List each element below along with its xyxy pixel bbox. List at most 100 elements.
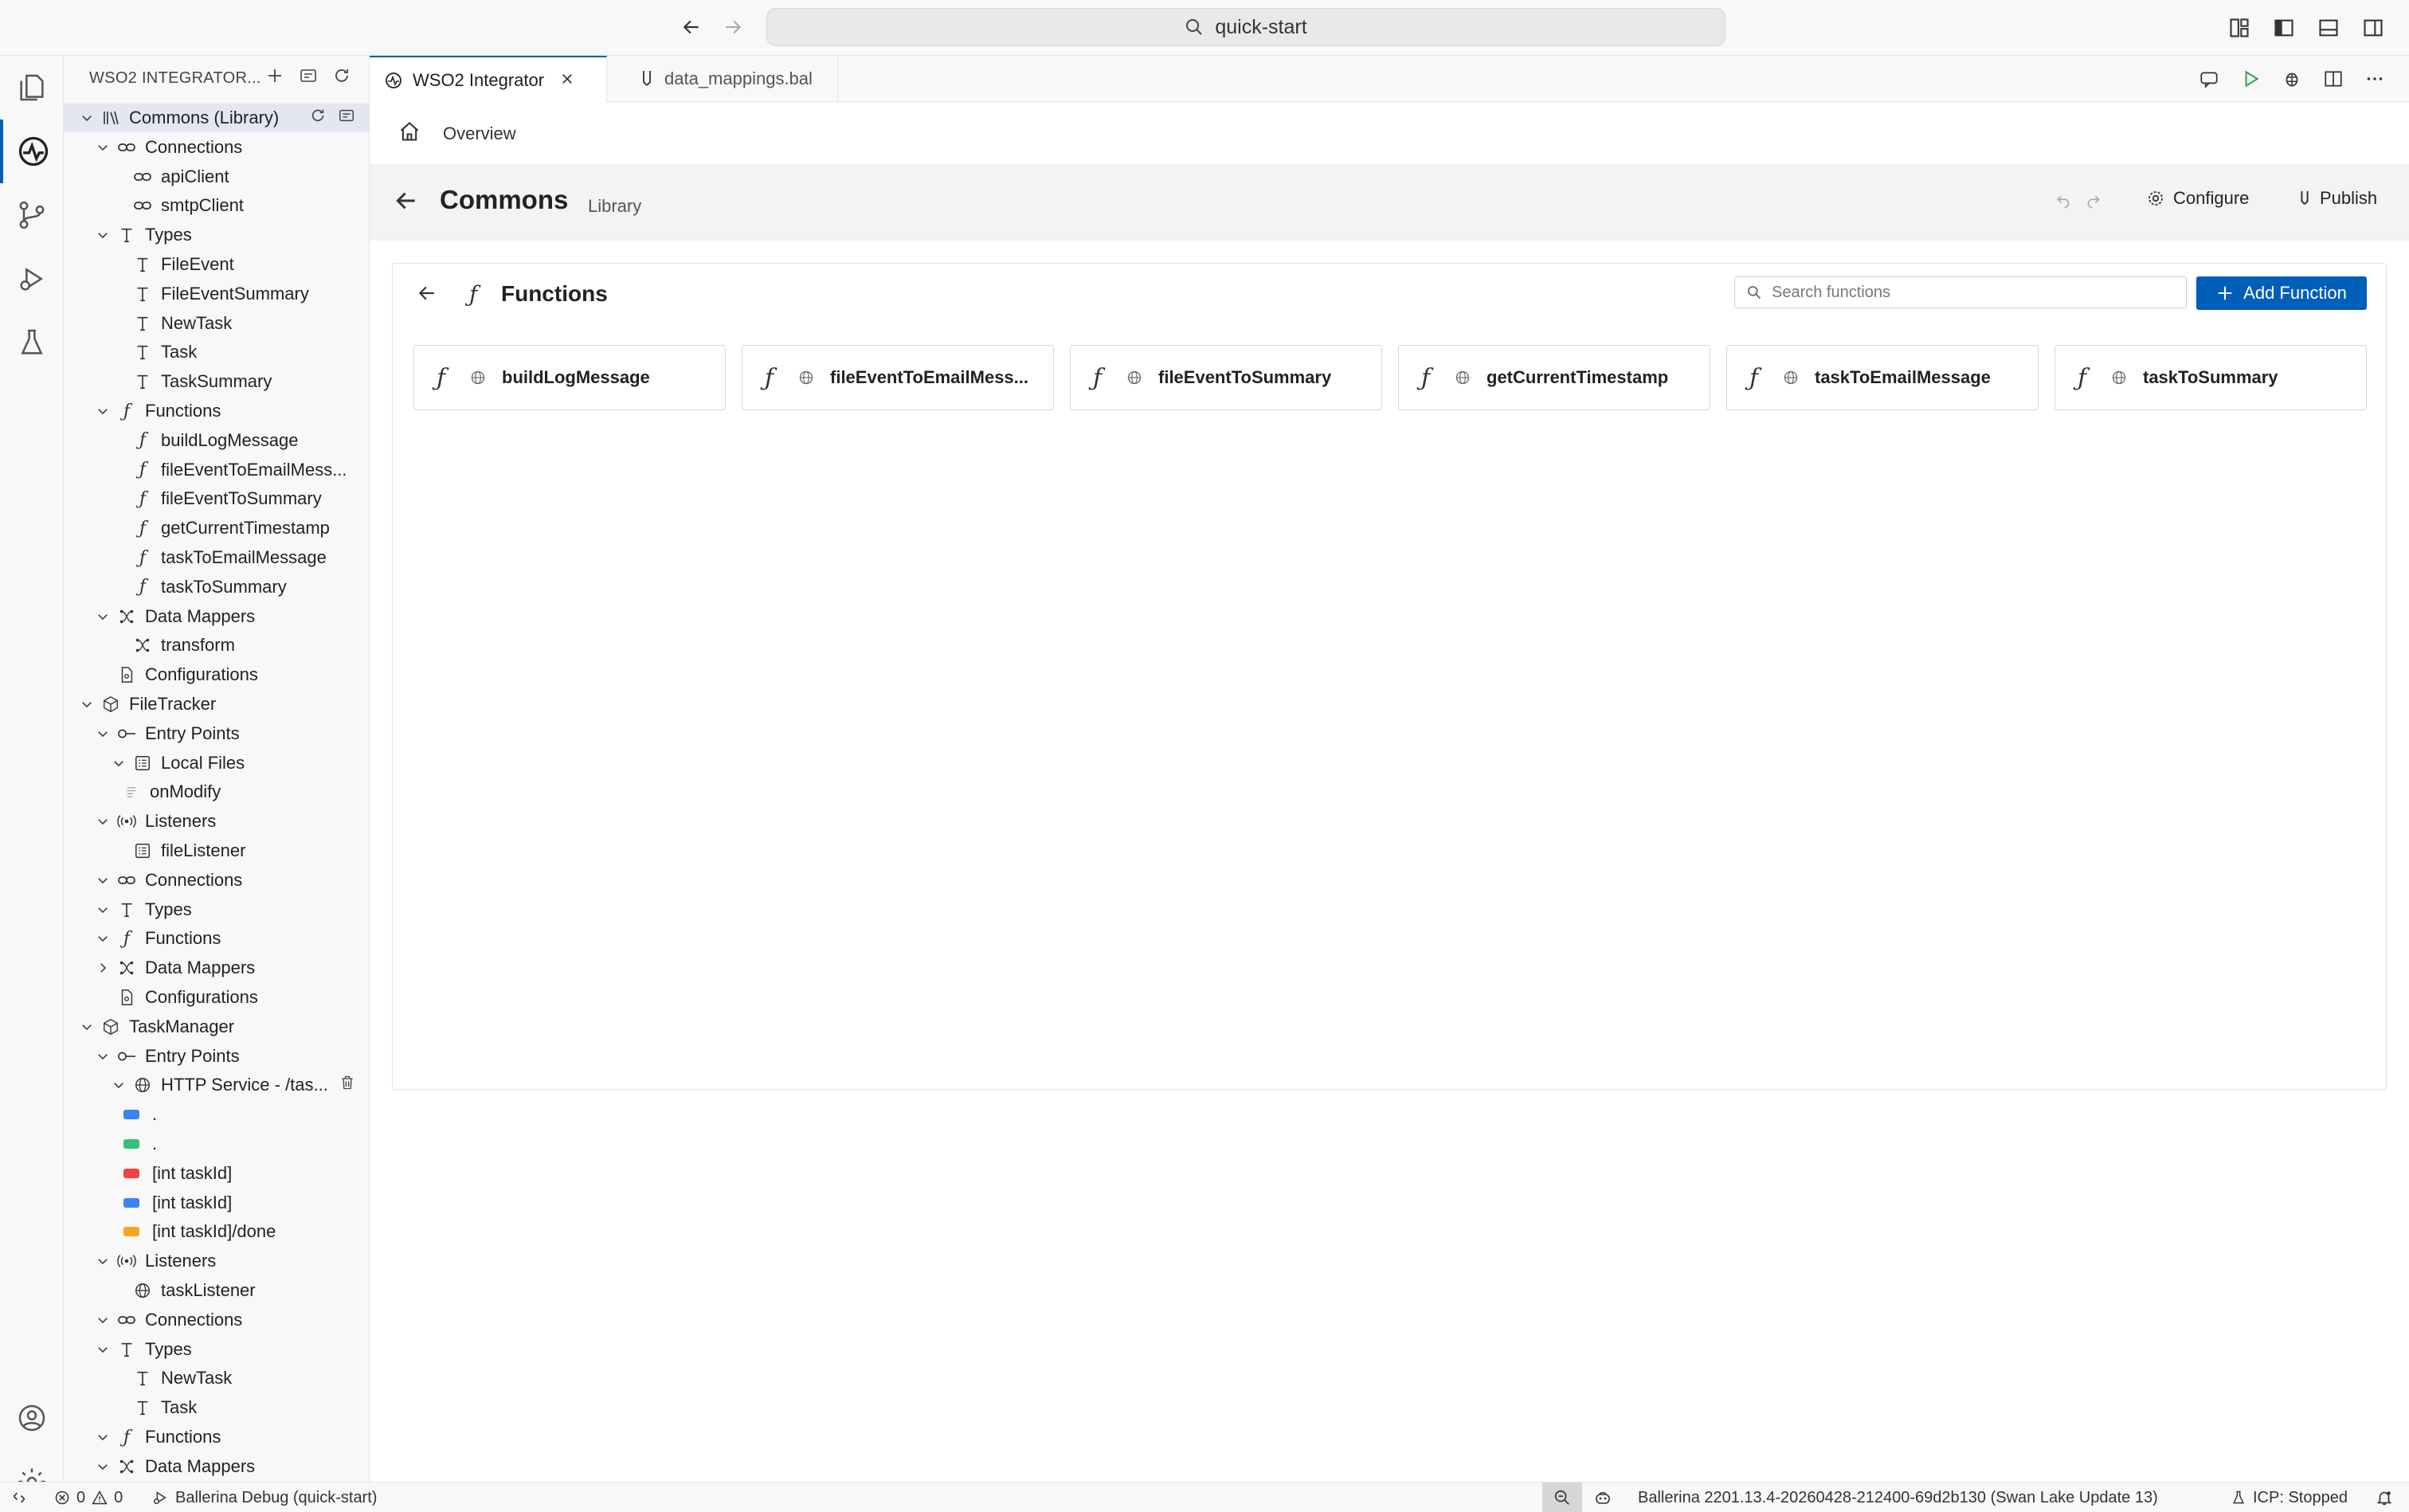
tree-item[interactable]: smtpClient bbox=[64, 191, 369, 220]
chevron-down-icon[interactable] bbox=[94, 1458, 112, 1475]
tab-data-mappings[interactable]: data_mappings.bal bbox=[607, 56, 838, 102]
split-editor-icon[interactable] bbox=[2321, 67, 2345, 91]
tree-item[interactable]: ƒ buildLogMessage bbox=[64, 426, 369, 455]
build-icon[interactable] bbox=[338, 107, 355, 129]
tree-item[interactable]: . bbox=[64, 1130, 369, 1158]
wso2-integrator-icon[interactable] bbox=[0, 119, 64, 183]
tree-item[interactable]: ƒ taskToSummary bbox=[64, 573, 369, 601]
chevron-down-icon[interactable] bbox=[94, 608, 112, 625]
tree-item[interactable]: [int taskId] bbox=[64, 1159, 369, 1188]
build-icon[interactable] bbox=[299, 66, 318, 90]
chevron-down-icon[interactable] bbox=[94, 139, 112, 156]
tree-item[interactable]: Types bbox=[64, 895, 369, 924]
debug-status[interactable]: Ballerina Debug (quick-start) bbox=[151, 1483, 377, 1512]
toggle-panel-icon[interactable] bbox=[2315, 14, 2342, 41]
tree-item[interactable]: FileTracker bbox=[64, 690, 369, 719]
tree-item[interactable]: Connections bbox=[64, 133, 369, 162]
search-functions-input[interactable] bbox=[1772, 283, 2170, 302]
tree-item[interactable]: Types bbox=[64, 1335, 369, 1364]
chevron-down-icon[interactable] bbox=[94, 402, 112, 420]
copilot-icon[interactable] bbox=[1593, 1483, 1612, 1512]
tree-item[interactable]: Connections bbox=[64, 1306, 369, 1334]
tree-item[interactable]: Task bbox=[64, 338, 369, 366]
home-icon[interactable] bbox=[398, 120, 421, 147]
publish-button[interactable]: Publish bbox=[2297, 188, 2377, 209]
source-control-icon[interactable] bbox=[0, 183, 64, 247]
tree-item[interactable]: NewTask bbox=[64, 1364, 369, 1393]
tree-item[interactable]: taskListener bbox=[64, 1276, 369, 1305]
chevron-down-icon[interactable] bbox=[94, 930, 112, 947]
chevron-down-icon[interactable] bbox=[110, 754, 127, 772]
chevron-down-icon[interactable] bbox=[94, 1428, 112, 1446]
tree-item[interactable]: ƒ fileEventToSummary bbox=[64, 484, 369, 513]
breadcrumb-overview[interactable]: Overview bbox=[443, 123, 516, 144]
back-arrow-icon[interactable] bbox=[676, 11, 707, 43]
chevron-down-icon[interactable] bbox=[94, 1341, 112, 1358]
run-icon[interactable] bbox=[2239, 67, 2262, 91]
chevron-down-icon[interactable] bbox=[94, 1311, 112, 1329]
tree-item[interactable]: onModify bbox=[64, 778, 369, 806]
chevron-down-icon[interactable] bbox=[94, 813, 112, 830]
tree-item[interactable]: . bbox=[64, 1100, 369, 1129]
tree-item[interactable]: Connections bbox=[64, 866, 369, 895]
tree-item[interactable]: NewTask bbox=[64, 309, 369, 338]
search-functions-field[interactable] bbox=[1734, 276, 2187, 308]
tree-item[interactable]: Listeners bbox=[64, 1247, 369, 1275]
remote-icon[interactable] bbox=[11, 1483, 27, 1512]
explorer-icon[interactable] bbox=[0, 56, 64, 119]
tree-item[interactable]: Data Mappers bbox=[64, 1452, 369, 1481]
notifications-bell-icon[interactable] bbox=[2376, 1483, 2393, 1512]
configure-button[interactable]: Configure bbox=[2146, 188, 2249, 209]
tree-item[interactable]: FileEvent bbox=[64, 250, 369, 279]
tree-item[interactable]: ƒ getCurrentTimestamp bbox=[64, 514, 369, 543]
tree-item[interactable]: FileEventSummary bbox=[64, 280, 369, 308]
chevron-down-icon[interactable] bbox=[94, 1252, 112, 1270]
undo-icon[interactable] bbox=[2055, 193, 2071, 213]
tree-item[interactable]: ƒ Functions bbox=[64, 397, 369, 425]
tree-item[interactable]: ƒ taskToEmailMessage bbox=[64, 543, 369, 572]
back-arrow-icon[interactable] bbox=[394, 188, 419, 217]
account-icon[interactable] bbox=[0, 1386, 64, 1450]
command-center[interactable]: quick-start bbox=[766, 8, 1725, 46]
tree-item[interactable]: fileListener bbox=[64, 836, 369, 865]
chevron-down-icon[interactable] bbox=[94, 226, 112, 244]
tree-item[interactable]: apiClient bbox=[64, 163, 369, 191]
tree-item[interactable]: Local Files bbox=[64, 749, 369, 778]
function-card[interactable]: ƒ fileEventToSummary bbox=[1070, 345, 1382, 410]
function-card[interactable]: ƒ taskToSummary bbox=[2055, 345, 2367, 410]
tree-item[interactable]: Commons (Library) bbox=[64, 104, 369, 132]
chevron-down-icon[interactable] bbox=[78, 695, 96, 713]
chevron-down-icon[interactable] bbox=[78, 109, 96, 127]
close-icon[interactable] bbox=[560, 70, 574, 91]
zoom-out-icon[interactable] bbox=[1542, 1483, 1582, 1512]
refresh-icon[interactable] bbox=[309, 107, 327, 129]
chevron-down-icon[interactable] bbox=[94, 872, 112, 889]
chevron-down-icon[interactable] bbox=[94, 1048, 112, 1065]
tree-item[interactable]: transform bbox=[64, 631, 369, 660]
tree-item[interactable]: HTTP Service - /tas... bbox=[64, 1071, 369, 1099]
tree-item[interactable]: Entry Points bbox=[64, 1042, 369, 1071]
add-icon[interactable] bbox=[265, 66, 284, 90]
function-card[interactable]: ƒ fileEventToEmailMess... bbox=[742, 345, 1054, 410]
tree-item[interactable]: [int taskId] bbox=[64, 1189, 369, 1217]
chevron-down-icon[interactable] bbox=[110, 1076, 127, 1094]
tree-item[interactable]: TaskManager bbox=[64, 1013, 369, 1041]
function-card[interactable]: ƒ taskToEmailMessage bbox=[1726, 345, 2039, 410]
chat-icon[interactable] bbox=[2197, 67, 2221, 91]
tree-item[interactable]: Task bbox=[64, 1393, 369, 1422]
tree-item[interactable]: Configurations bbox=[64, 660, 369, 689]
ballerina-version[interactable]: Ballerina 2201.13.4-20260428-212400-69d2… bbox=[1638, 1483, 2158, 1512]
redo-icon[interactable] bbox=[2086, 193, 2102, 213]
tab-wso2-integrator[interactable]: WSO2 Integrator bbox=[370, 56, 607, 103]
chevron-down-icon[interactable] bbox=[78, 1018, 96, 1036]
tree-item[interactable]: ƒ Functions bbox=[64, 1423, 369, 1451]
tree-item[interactable]: TaskSummary bbox=[64, 367, 369, 396]
run-debug-icon[interactable] bbox=[0, 247, 64, 311]
toggle-primary-sidebar-icon[interactable] bbox=[2270, 14, 2297, 41]
tree-item[interactable]: [int taskId]/done bbox=[64, 1217, 369, 1246]
tree-item[interactable]: Data Mappers bbox=[64, 602, 369, 631]
back-arrow-icon[interactable] bbox=[417, 283, 437, 307]
tree-item[interactable]: Configurations bbox=[64, 983, 369, 1012]
tree-item[interactable]: Entry Points bbox=[64, 719, 369, 748]
trash-icon[interactable] bbox=[339, 1074, 355, 1096]
